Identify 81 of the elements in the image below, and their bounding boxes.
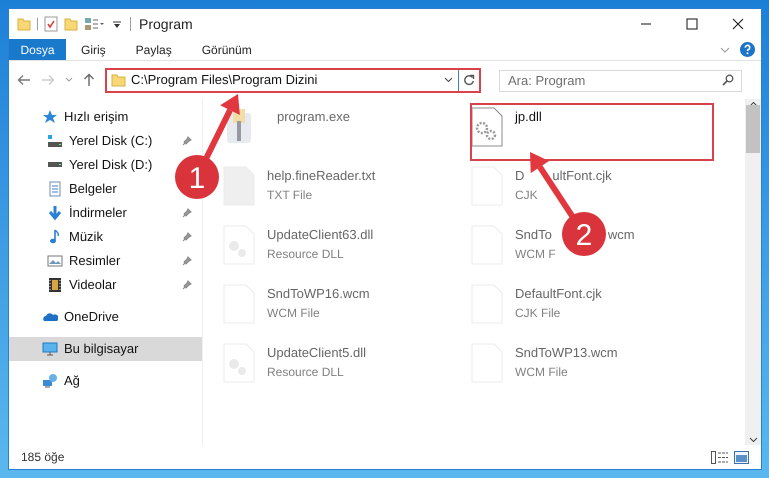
pin-icon[interactable]: [182, 208, 192, 218]
file-type: WCM File: [267, 304, 320, 322]
dropdown-chevron-icon[interactable]: [444, 77, 453, 83]
window-title: Program: [139, 14, 193, 34]
network-icon: [42, 373, 58, 389]
new-folder-icon[interactable]: [64, 17, 78, 31]
ribbon-tab[interactable]: Dosya: [9, 39, 66, 60]
item-count: 185 öğe: [21, 449, 64, 466]
details-view-icon[interactable]: [711, 450, 728, 464]
folder-icon: [111, 74, 126, 86]
pin-icon[interactable]: [182, 256, 192, 266]
scroll-down-icon[interactable]: [748, 437, 758, 443]
sidebar-item[interactable]: Müzik: [9, 225, 202, 249]
file-name[interactable]: wcm: [608, 225, 635, 244]
help-icon[interactable]: [740, 42, 755, 57]
sidebar-item[interactable]: Hızlı erişim: [9, 105, 136, 129]
close-icon[interactable]: [732, 18, 744, 30]
monitor-icon: [42, 341, 58, 357]
sidebar-item[interactable]: OneDrive: [9, 305, 127, 329]
picture-icon: [47, 253, 63, 269]
file-type: Resource DLL: [267, 364, 344, 380]
pin-icon[interactable]: [182, 232, 192, 242]
file-name[interactable]: SndToWP16.wcm: [267, 284, 370, 304]
file-name[interactable]: program.exe: [277, 107, 350, 126]
sidebar-item[interactable]: İndirmeler: [9, 201, 202, 225]
file-name[interactable]: DefaultFont.cjk: [515, 284, 602, 304]
ribbon-tab[interactable]: Görünüm: [186, 39, 267, 60]
drive-icon: [47, 162, 63, 168]
pin-icon[interactable]: [182, 280, 192, 290]
address-bar[interactable]: C:\Program Files\Program Dizini: [105, 68, 481, 92]
step-badge: 2: [562, 212, 606, 256]
maximize-icon[interactable]: [686, 18, 698, 30]
refresh-icon[interactable]: [463, 74, 475, 86]
up-arrow-icon[interactable]: [83, 73, 95, 87]
file-type: TXT File: [267, 186, 312, 204]
gears-document-icon[interactable]: [471, 107, 503, 147]
sidebar-item[interactable]: Ağ: [9, 369, 88, 393]
back-arrow-icon[interactable]: [17, 74, 31, 86]
scrollbar[interactable]: [745, 99, 761, 445]
folder-icon[interactable]: [17, 17, 31, 31]
file-name[interactable]: UpdateClient5.dll: [267, 343, 366, 362]
file-name[interactable]: help.fineReader.txt: [267, 166, 376, 186]
file-type: CJK: [515, 186, 538, 204]
file-name[interactable]: D: [515, 166, 524, 186]
step-badge: 1: [175, 155, 219, 199]
file-type: Resource DLL: [267, 246, 344, 262]
pin-icon[interactable]: [182, 136, 192, 146]
sidebar-item[interactable]: Videolar: [9, 273, 202, 297]
star-icon: [42, 109, 58, 125]
recent-locations-icon[interactable]: [65, 77, 73, 83]
customize-toolbar-icon[interactable]: [112, 19, 122, 29]
file-type: WCM File: [515, 364, 568, 380]
down-arrow-icon: [47, 205, 63, 221]
file-name[interactable]: jp.dll: [515, 107, 542, 126]
sidebar-item[interactable]: Yerel Disk (D:): [9, 153, 160, 177]
file-type: CJK File: [515, 304, 560, 322]
sidebar-item[interactable]: Resimler: [9, 249, 202, 273]
document-icon: [47, 181, 63, 197]
callout-arrow: [203, 94, 240, 160]
view-dropdown-icon[interactable]: [84, 17, 106, 31]
address-path: C:\Program Files\Program Dizini: [131, 71, 318, 90]
sidebar-item[interactable]: Yerel Disk (C:): [9, 129, 202, 153]
file-name[interactable]: SndTo: [515, 225, 552, 244]
file-name[interactable]: UpdateClient63.dll: [267, 225, 374, 244]
search-icon: [722, 74, 734, 86]
file-name[interactable]: ultFont.cjk: [552, 166, 612, 186]
file-name[interactable]: SndToWP13.wcm: [515, 343, 618, 362]
scroll-thumb[interactable]: [746, 105, 760, 153]
scroll-up-icon[interactable]: [748, 101, 758, 107]
file-type: WCM F: [515, 246, 556, 262]
sidebar-item[interactable]: Bu bilgisayar: [9, 337, 202, 361]
film-strip-icon: [47, 277, 63, 293]
properties-icon[interactable]: [44, 16, 58, 32]
minimize-icon[interactable]: [640, 23, 652, 25]
ribbon-tab[interactable]: Paylaş: [120, 39, 187, 60]
drive-icon: [47, 134, 63, 148]
expand-ribbon-icon[interactable]: [720, 46, 730, 52]
sidebar-item[interactable]: Belgeler: [9, 177, 125, 201]
ribbon-tab[interactable]: Giriş: [66, 39, 121, 60]
search-field[interactable]: Ara: Program: [499, 70, 742, 92]
large-icons-view-icon[interactable]: [734, 450, 749, 464]
